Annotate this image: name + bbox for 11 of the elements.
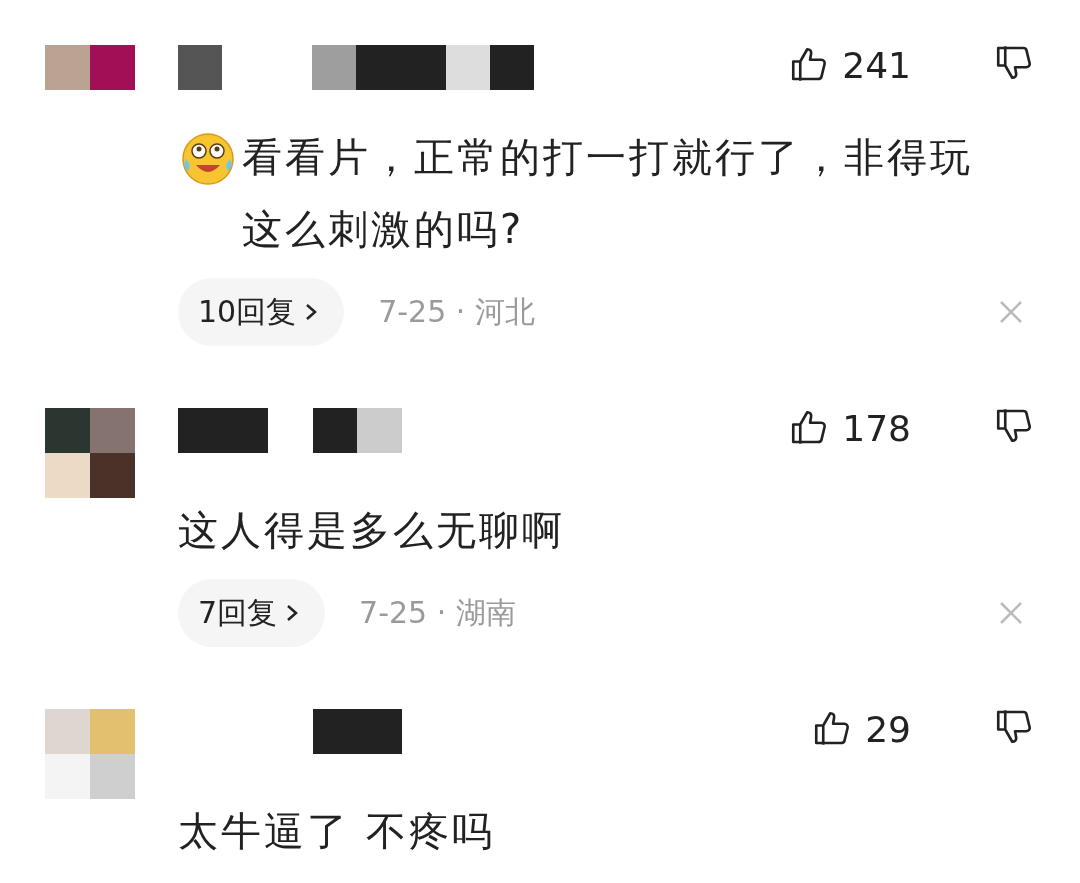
pixelated-avatar[interactable] xyxy=(45,408,135,498)
comment-text: 太牛逼了 不疼吗 xyxy=(178,807,496,856)
comment-text: 这人得是多么无聊啊 xyxy=(178,506,566,555)
comment-meta: 7-25 · 湖南 xyxy=(359,593,516,632)
like-count: 178 xyxy=(842,407,911,449)
replies-button[interactable]: 7回复 xyxy=(178,579,326,647)
comment-meta: 7-25 · 河北 xyxy=(378,292,535,331)
comment-text: 看看片，正常的打一打就行了，非得玩这么刺激的吗? xyxy=(242,133,974,254)
replies-button[interactable]: 10回复 xyxy=(178,278,345,346)
like-count: 29 xyxy=(865,708,911,750)
like-count: 241 xyxy=(842,44,911,86)
